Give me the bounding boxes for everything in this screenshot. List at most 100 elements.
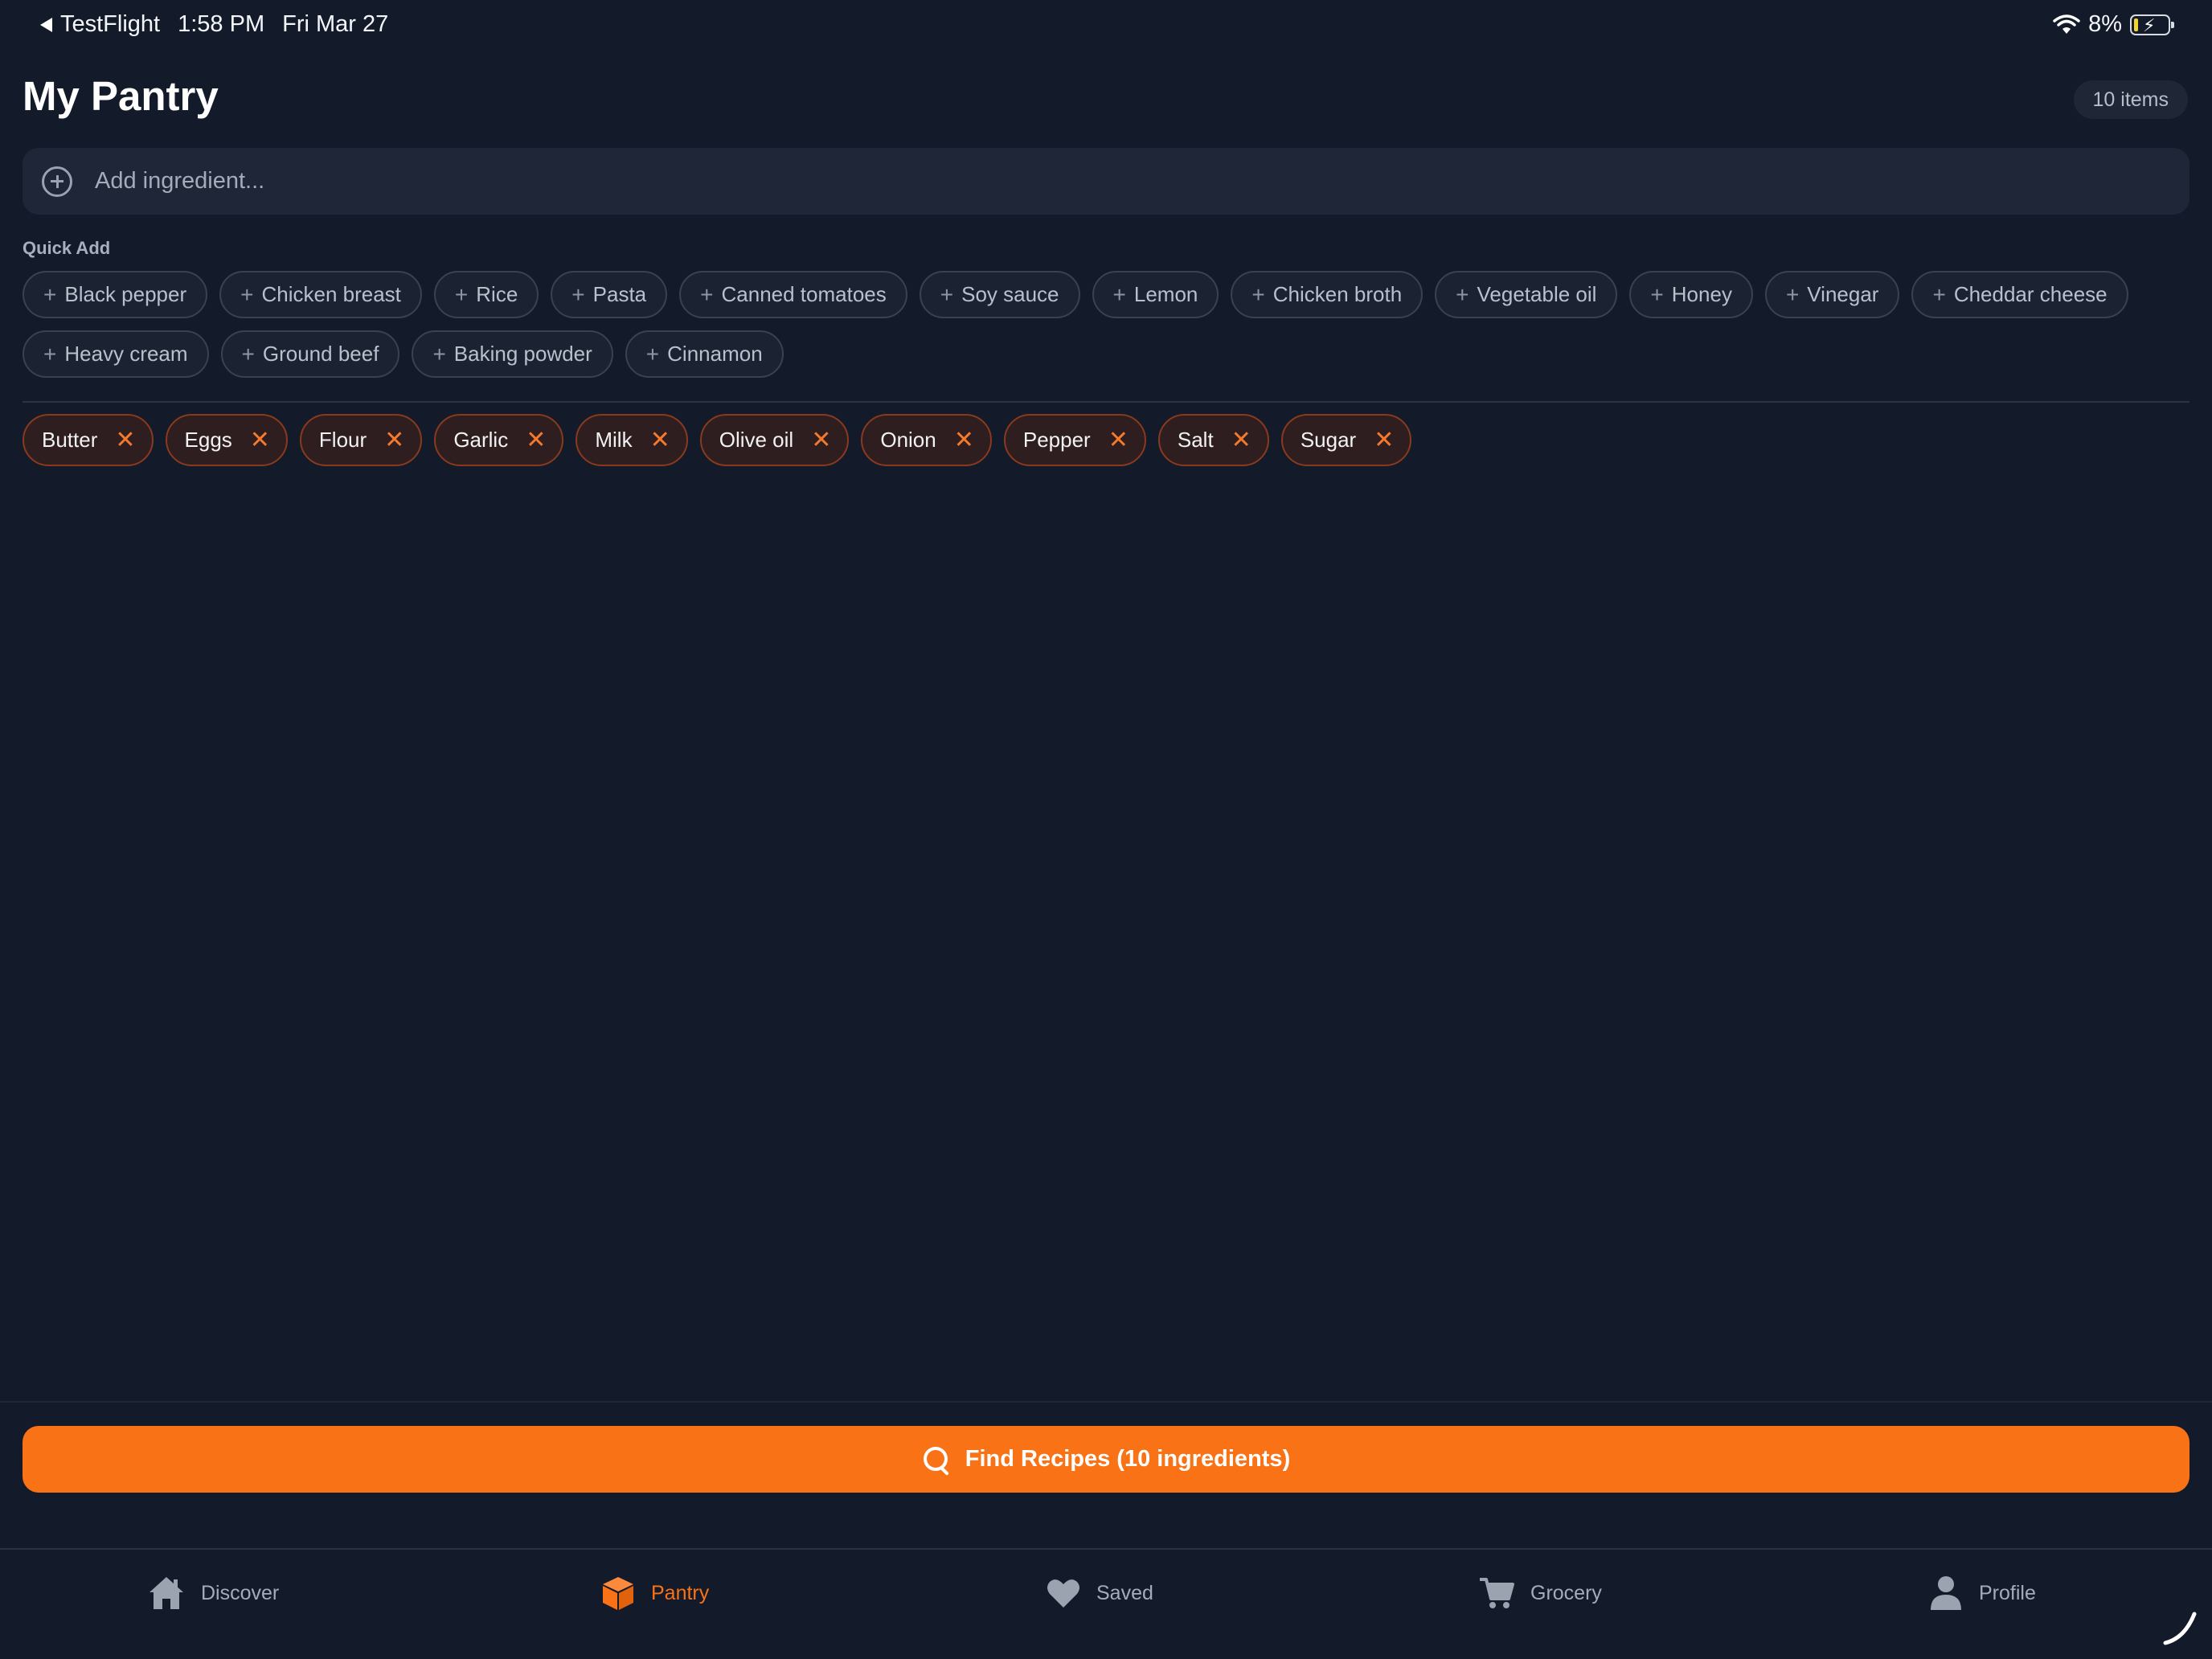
status-left: TestFlight 1:58 PM Fri Mar 27 (40, 11, 388, 38)
back-to-app-link[interactable]: TestFlight (40, 11, 160, 38)
pantry-item-label: Pepper (1022, 428, 1091, 452)
home-indicator-icon (2163, 1612, 2197, 1645)
search-icon (922, 1445, 951, 1474)
heart-icon (1047, 1579, 1079, 1608)
status-right: 8% ⚡ (2053, 11, 2174, 38)
quick-add-chip[interactable]: + Ground beef (220, 330, 400, 378)
quick-add-chip-label: Lemon (1133, 282, 1198, 306)
pantry-item-label: Onion (880, 428, 936, 452)
quick-add-chip[interactable]: + Chicken breast (219, 271, 422, 318)
remove-item-icon[interactable]: ✕ (1108, 428, 1129, 453)
tab-label-discover: Discover (201, 1581, 280, 1604)
tab-bar: Discover Pantry Saved Grocery Profile (0, 1548, 2212, 1659)
pantry-item-label: Eggs (184, 428, 232, 452)
home-icon (150, 1577, 183, 1609)
find-recipes-button[interactable]: Find Recipes (10 ingredients) (23, 1426, 2189, 1493)
pantry-item-label: Butter (42, 428, 98, 452)
quick-add-chip-label: Cheddar cheese (1953, 282, 2108, 306)
quick-add-chip[interactable]: + Soy sauce (919, 271, 1080, 318)
pantry-item-chip: Flour ✕ (299, 414, 423, 466)
find-recipes-label: Find Recipes (10 ingredients) (965, 1446, 1291, 1472)
add-ingredient-field[interactable] (23, 148, 2189, 215)
plus-icon: + (571, 281, 585, 307)
add-ingredient-input[interactable] (93, 167, 2103, 195)
battery-percent: 8% (2088, 11, 2122, 37)
quick-add-chip[interactable]: + Pasta (551, 271, 668, 318)
remove-item-icon[interactable]: ✕ (384, 428, 404, 453)
pantry-item-list: Butter ✕ Eggs ✕ Flour ✕ Garlic ✕ Milk ✕ Olive oil ✕… (23, 414, 1412, 466)
quick-add-chip-label: Pasta (592, 282, 647, 306)
tab-label-pantry: Pantry (651, 1581, 710, 1604)
pantry-item-chip: Milk ✕ (576, 414, 688, 466)
footer-divider (0, 1401, 2212, 1403)
quick-add-chip-label: Honey (1671, 282, 1732, 306)
quick-add-chip[interactable]: + Honey (1629, 271, 1753, 318)
plus-icon: + (240, 281, 254, 307)
quick-add-chip[interactable]: + Vegetable oil (1435, 271, 1618, 318)
quick-add-chip[interactable]: + Vinegar (1764, 271, 1900, 318)
remove-item-icon[interactable]: ✕ (1374, 428, 1394, 453)
quick-add-chip-label: Chicken broth (1272, 282, 1403, 306)
cart-icon (1480, 1578, 1514, 1608)
quick-add-chip[interactable]: + Lemon (1092, 271, 1219, 318)
quick-add-chip[interactable]: + Baking powder (412, 330, 613, 378)
plus-icon: + (1112, 281, 1126, 307)
remove-item-icon[interactable]: ✕ (954, 428, 974, 453)
tab-profile[interactable]: Profile (1929, 1571, 2036, 1616)
remove-item-icon[interactable]: ✕ (811, 428, 831, 453)
person-icon (1931, 1576, 1961, 1610)
remove-item-icon[interactable]: ✕ (250, 428, 270, 453)
pantry-item-label: Garlic (453, 428, 509, 452)
pantry-item-label: Flour (318, 428, 367, 452)
remove-item-icon[interactable]: ✕ (650, 428, 670, 453)
remove-item-icon[interactable]: ✕ (526, 428, 546, 453)
plus-icon: + (1650, 281, 1664, 307)
quick-add-chip-label: Canned tomatoes (721, 282, 887, 306)
pantry-item-chip: Onion ✕ (861, 414, 992, 466)
quick-add-chip[interactable]: + Canned tomatoes (679, 271, 907, 318)
quick-add-chip[interactable]: + Chicken broth (1231, 271, 1423, 318)
tab-label-grocery: Grocery (1530, 1581, 1602, 1604)
pantry-item-chip: Pepper ✕ (1003, 414, 1146, 466)
item-count-badge: 10 items (2073, 80, 2188, 119)
quick-add-chip-label: Baking powder (453, 342, 592, 366)
quick-add-chip-label: Cinnamon (667, 342, 763, 366)
quick-add-chip-label: Soy sauce (961, 282, 1059, 306)
wifi-icon (2053, 14, 2080, 34)
tab-pantry[interactable]: Pantry (601, 1571, 709, 1616)
quick-add-chip[interactable]: + Cinnamon (625, 330, 784, 378)
quick-add-chip-label: Black pepper (64, 282, 187, 306)
remove-item-icon[interactable]: ✕ (115, 428, 135, 453)
quick-add-chip-label: Ground beef (262, 342, 379, 366)
remove-item-icon[interactable]: ✕ (1231, 428, 1251, 453)
pantry-item-chip: Salt ✕ (1157, 414, 1269, 466)
plus-icon: + (241, 341, 255, 367)
tab-saved[interactable]: Saved (1047, 1571, 1153, 1616)
pantry-item-chip: Sugar ✕ (1280, 414, 1412, 466)
quick-add-chip[interactable]: + Cheddar cheese (1911, 271, 2128, 318)
pantry-item-chip: Garlic ✕ (434, 414, 564, 466)
tab-grocery[interactable]: Grocery (1479, 1571, 1602, 1616)
quick-add-chip[interactable]: + Black pepper (23, 271, 208, 318)
quick-add-list: + Black pepper + Chicken breast + Rice + Pasta +… (23, 271, 2189, 378)
tab-discover[interactable]: Discover (148, 1571, 279, 1616)
pantry-item-label: Salt (1177, 428, 1214, 452)
status-date: Fri Mar 27 (282, 11, 389, 37)
back-app-name: TestFlight (60, 11, 161, 37)
quick-add-chip-label: Chicken breast (261, 282, 401, 306)
pantry-item-chip: Olive oil ✕ (699, 414, 850, 466)
box-icon (603, 1577, 633, 1610)
pantry-item-label: Sugar (1300, 428, 1357, 452)
back-arrow-icon (40, 17, 52, 32)
quick-add-chip-label: Heavy cream (64, 342, 188, 366)
plus-circle-icon[interactable] (42, 166, 72, 197)
pantry-item-label: Olive oil (719, 428, 794, 452)
tab-label-profile: Profile (1979, 1581, 2036, 1604)
plus-icon: + (1456, 281, 1469, 307)
quick-add-chip[interactable]: + Heavy cream (23, 330, 209, 378)
pantry-item-chip: Butter ✕ (23, 414, 154, 466)
quick-add-chip[interactable]: + Rice (433, 271, 539, 318)
plus-icon: + (432, 341, 446, 367)
plus-icon: + (1251, 281, 1265, 307)
pantry-screen: TestFlight 1:58 PM Fri Mar 27 8% ⚡ My Pa… (0, 0, 2212, 1659)
